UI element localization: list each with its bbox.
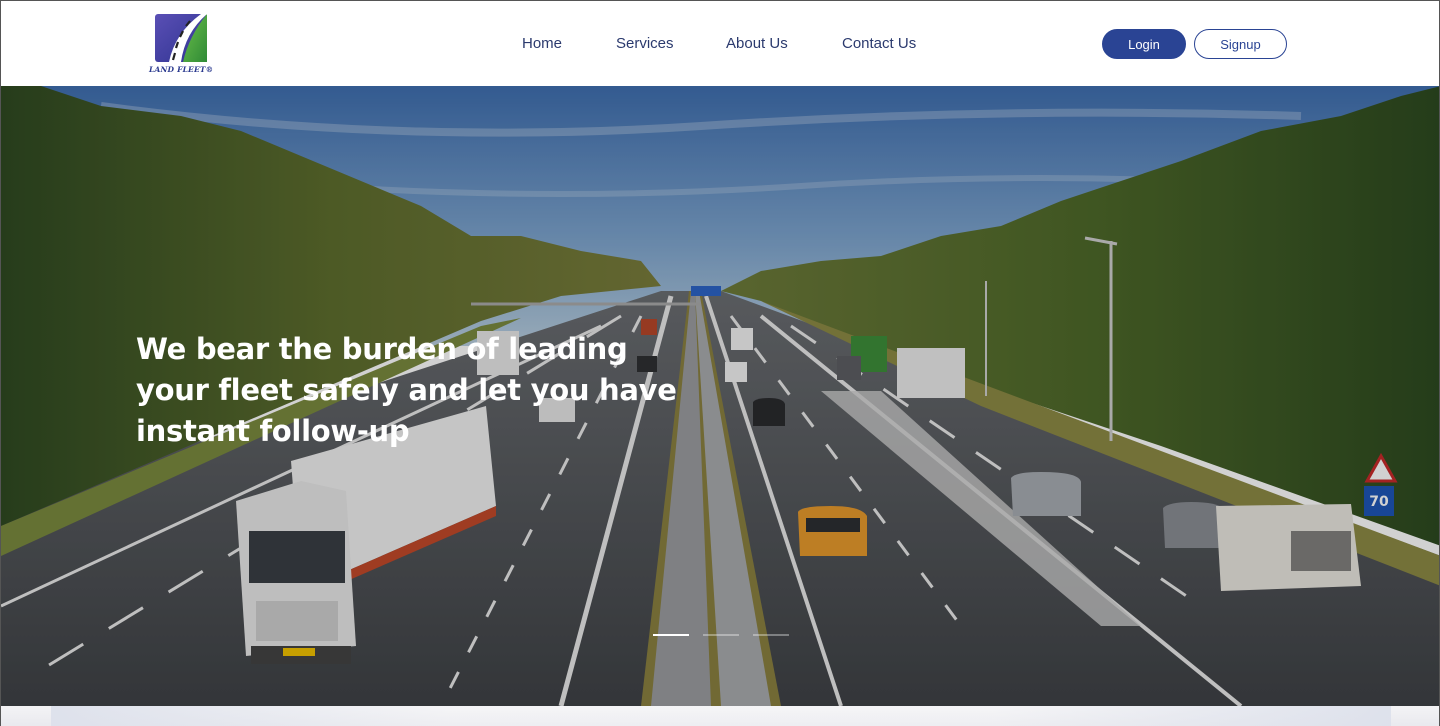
carousel-indicators	[653, 634, 793, 638]
nav-about-us[interactable]: About Us	[726, 35, 788, 52]
browser-viewport: LAND FLEET® Home Services About Us Conta…	[0, 0, 1440, 726]
nav-services[interactable]: Services	[616, 35, 674, 52]
carousel-indicator-1[interactable]	[653, 634, 689, 636]
carousel-indicator-2[interactable]	[703, 634, 739, 636]
signup-button[interactable]: Signup	[1194, 29, 1287, 59]
login-button[interactable]: Login	[1102, 29, 1186, 59]
next-section-edge	[1, 706, 1439, 726]
hero-headline: We bear the burden of leading your fleet…	[136, 332, 677, 448]
hero-banner: 70 We bear the burden of leading your fl…	[1, 86, 1439, 706]
next-section-shadow	[51, 706, 1391, 726]
site-header: LAND FLEET® Home Services About Us Conta…	[1, 1, 1439, 86]
nav-home[interactable]: Home	[522, 35, 562, 52]
carousel-indicator-3[interactable]	[753, 634, 789, 636]
logo-wordmark: LAND FLEET®	[149, 65, 214, 74]
nav-contact-us[interactable]: Contact Us	[842, 35, 916, 52]
